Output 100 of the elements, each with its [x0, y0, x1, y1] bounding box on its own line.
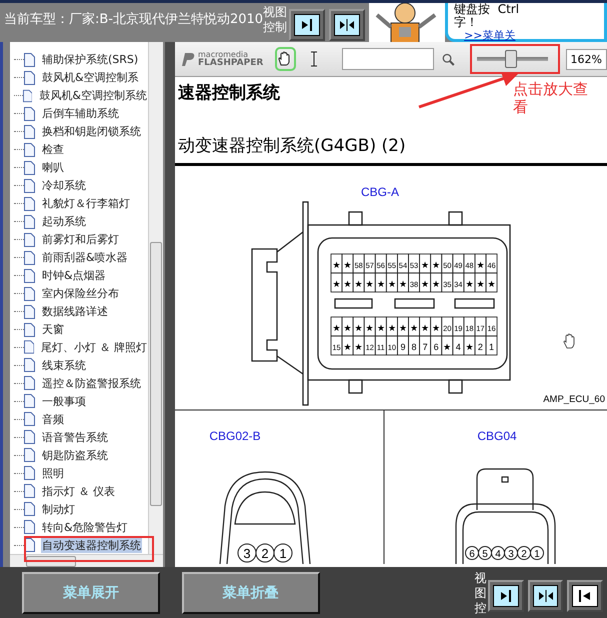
pin-number: 2: [478, 342, 483, 352]
tree-item[interactable]: 时钟&点烟器: [41, 268, 107, 284]
pin-number: ★: [376, 279, 385, 289]
tree-item[interactable]: 鼓风机&空调控制系: [41, 70, 140, 86]
document-icon: [24, 232, 35, 247]
pin-number: ★: [366, 323, 374, 333]
tree-item[interactable]: 礼貌灯＆行李箱灯: [41, 196, 131, 212]
tree-item[interactable]: 天窗: [41, 322, 65, 338]
document-icon: [24, 196, 35, 211]
document-icon: [22, 88, 32, 103]
pin-number: ★: [465, 342, 474, 352]
view-control-label: 视图控: [474, 570, 488, 616]
document-icon: [24, 430, 35, 444]
tree-item[interactable]: 语音警告系统: [41, 430, 109, 445]
pin-number: 4: [495, 549, 501, 560]
pin-number: 4: [456, 342, 461, 352]
tree-item[interactable]: 前雾灯和后雾灯: [41, 232, 120, 248]
pin-number: 1: [489, 342, 494, 352]
tree-item[interactable]: 换档和钥匙闭锁系统: [41, 124, 142, 140]
tree-item[interactable]: 辅助保护系统(SRS): [41, 52, 140, 68]
view-control-label: 视图控制: [263, 4, 288, 36]
document-icon: [24, 466, 35, 480]
view-button[interactable]: [329, 9, 366, 41]
pin-number: ★: [366, 279, 374, 289]
connector-label: CBG02-B: [209, 429, 261, 443]
tree-item[interactable]: 转向&危险警告灯: [41, 520, 129, 535]
document-icon: [24, 502, 35, 516]
tree-item[interactable]: 照明: [41, 466, 65, 481]
tree-item[interactable]: 前雨刮器&喷水器: [41, 250, 129, 266]
search-icon[interactable]: [442, 52, 455, 66]
document-icon: [24, 160, 35, 175]
pin-number: ★: [432, 260, 440, 270]
tree-item[interactable]: 一般事项: [41, 394, 87, 409]
pin-number: ★: [332, 260, 341, 270]
pin-number: ★: [410, 323, 418, 333]
pin-number: 2: [521, 549, 527, 560]
tree-item[interactable]: 指示灯 ＆ 仪表: [41, 484, 116, 499]
pin-number: ★: [354, 342, 363, 352]
vertical-scrollbar[interactable]: [148, 42, 163, 554]
document-icon: [24, 178, 35, 193]
tree-item[interactable]: 室内保险丝分布: [41, 286, 120, 302]
pin-number: 3: [508, 549, 514, 560]
menu-link[interactable]: >>菜单关: [454, 29, 604, 42]
arrow-to-bar-icon: [300, 18, 314, 32]
pin-number: ★: [354, 323, 363, 333]
pin-number: ★: [344, 279, 352, 289]
tree-item[interactable]: 钥匙防盗系统: [41, 448, 109, 463]
document-title: 动变速器控制系统(G4GB) (2): [178, 135, 406, 157]
tree-item[interactable]: 后倒车辅助系统: [41, 106, 120, 122]
tree-item[interactable]: 喇叭: [41, 160, 65, 176]
tree-item[interactable]: 音频: [41, 412, 65, 427]
tree-item[interactable]: 冷却系统: [41, 178, 87, 194]
pin-number: 1: [279, 546, 287, 561]
pin-number: ★: [432, 279, 440, 289]
vehicle-model-title: 当前车型：厂家:B-北京现代伊兰特悦动2010: [3, 12, 264, 27]
pin-number: ★: [354, 279, 363, 289]
document-icon: [24, 268, 35, 283]
tree-item[interactable]: 线束系统: [41, 358, 87, 373]
tree-item[interactable]: 制动灯: [41, 502, 76, 517]
view-button[interactable]: [289, 9, 326, 41]
tip-text: 字！: [454, 16, 480, 29]
document-icon: [24, 304, 35, 319]
view-button[interactable]: [567, 580, 604, 612]
scrollbar-thumb[interactable]: [150, 242, 162, 506]
pin-number: ★: [421, 279, 430, 289]
document-icon: [24, 376, 35, 390]
document-icon: [24, 52, 35, 67]
pin-number: 5: [482, 549, 488, 560]
pin-number: ★: [398, 323, 407, 333]
tree-item[interactable]: 鼓风机&空调控制系统: [38, 88, 148, 104]
tree-item[interactable]: 起动系统: [41, 214, 87, 230]
tree-item[interactable]: 遥控＆防盗警报系统: [41, 376, 142, 391]
pin-number: ★: [344, 323, 352, 333]
tree-item[interactable]: 自动变速器控制系统: [41, 538, 142, 553]
pin-number: 3: [243, 546, 251, 561]
pin-number: 1: [534, 549, 540, 560]
pin-number: ★: [421, 260, 430, 270]
document-icon: [24, 340, 34, 354]
document-icon: [24, 142, 35, 157]
hand-tool-button[interactable]: [274, 47, 296, 71]
connector-label: CBG-A: [361, 185, 399, 199]
logo-text: macromedia: [198, 50, 248, 59]
view-button[interactable]: [528, 580, 564, 612]
pin-number: ★: [332, 323, 341, 333]
document-icon: [24, 412, 35, 426]
pin-number: 9: [400, 342, 406, 352]
text-cursor-icon: [310, 51, 318, 67]
document-icon: [24, 70, 35, 85]
pin-number: ★: [344, 260, 352, 270]
slider-thumb[interactable]: [504, 50, 517, 68]
view-button[interactable]: [488, 580, 524, 612]
pin-number: ★: [476, 279, 484, 289]
pin-number: ★: [421, 323, 430, 333]
pin-number: 6: [434, 342, 439, 352]
pin-number: ★: [388, 323, 396, 333]
zoom-reading: 162%: [566, 48, 607, 70]
tree-item[interactable]: 数据线路详述: [41, 304, 109, 320]
tree-item[interactable]: 尾灯、小灯 ＆ 牌照灯: [40, 340, 148, 355]
tree-item[interactable]: 检查: [41, 142, 65, 158]
search-field[interactable]: [342, 48, 434, 70]
